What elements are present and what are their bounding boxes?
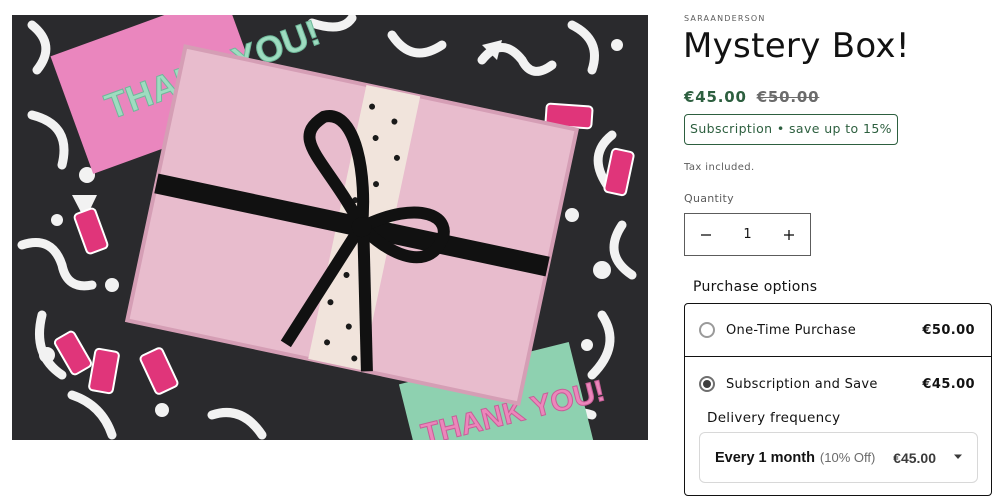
product-title: Mystery Box! (683, 26, 910, 66)
sale-price: €45.00 (684, 88, 747, 106)
quantity-decrease-button[interactable] (685, 214, 727, 255)
price-row: €45.00 €50.00 (684, 88, 819, 106)
option-one-time-purchase[interactable]: One-Time Purchase €50.00 (685, 304, 991, 357)
compare-at-price: €50.00 (756, 88, 820, 106)
option-name: One-Time Purchase (726, 322, 857, 338)
vendor-name: SARAANDERSON (684, 14, 766, 23)
plus-icon (784, 229, 794, 240)
one-time-radio[interactable] (699, 322, 715, 338)
option-price: €50.00 (922, 322, 975, 338)
purchase-options-box: One-Time Purchase €50.00 Subscription an… (684, 303, 992, 496)
delivery-frequency-value: Every 1 month (715, 449, 815, 466)
subscription-radio[interactable] (699, 376, 715, 392)
quantity-label: Quantity (684, 192, 734, 205)
option-subscription-and-save[interactable]: Subscription and Save €45.00 (685, 358, 991, 410)
delivery-frequency-discount: (10% Off) (819, 450, 876, 465)
tax-note: Tax included. (684, 162, 755, 173)
delivery-frequency-select[interactable]: Every 1 month (10% Off) €45.00 (699, 432, 978, 483)
quantity-input[interactable]: 1 (727, 227, 768, 242)
option-price: €45.00 (922, 376, 975, 392)
subscription-badge: Subscription • save up to 15% (684, 114, 898, 145)
quantity-increase-button[interactable] (768, 214, 810, 255)
chevron-down-icon (954, 454, 962, 459)
minus-icon (701, 233, 711, 236)
delivery-frequency-label: Delivery frequency (707, 410, 841, 426)
purchase-options-label: Purchase options (693, 279, 818, 295)
product-image[interactable]: THANK YOU! THANK YOU! (12, 15, 648, 440)
quantity-stepper: 1 (684, 213, 811, 256)
option-name: Subscription and Save (726, 376, 878, 392)
delivery-frequency-price: €45.00 (893, 449, 936, 466)
mystery-box-photo: THANK YOU! THANK YOU! (12, 15, 648, 440)
